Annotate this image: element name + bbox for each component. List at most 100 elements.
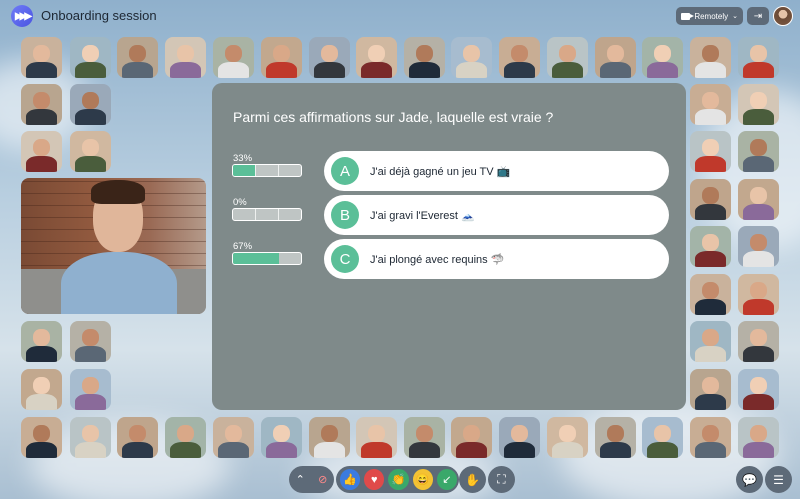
participant-video-tile[interactable]: [309, 417, 350, 458]
participant-video-tile[interactable]: [261, 37, 302, 78]
participant-video-tile[interactable]: [499, 417, 540, 458]
active-speaker-video[interactable]: [21, 178, 206, 314]
raise-hand-icon: ✋: [465, 472, 480, 487]
participant-video-tile[interactable]: [451, 37, 492, 78]
participant-video-tile[interactable]: [738, 131, 779, 172]
expand-controls-button[interactable]: ⌃: [290, 469, 311, 491]
participant-video-tile[interactable]: [738, 274, 779, 315]
participant-video-tile[interactable]: [117, 37, 158, 78]
option-b-result-bar: [232, 208, 302, 221]
quiz-question: Parmi ces affirmations sur Jade, laquell…: [233, 109, 554, 125]
participant-video-tile[interactable]: [21, 369, 62, 410]
participant-video-tile[interactable]: [404, 417, 445, 458]
participant-video-tile[interactable]: [738, 417, 779, 458]
fullscreen-icon: ⛶: [497, 472, 506, 486]
app-logo: ▶▶▶: [11, 5, 33, 27]
participant-video-tile[interactable]: [642, 37, 683, 78]
participant-video-tile[interactable]: [499, 37, 540, 78]
heart-reaction[interactable]: ♥: [364, 469, 385, 490]
laugh-reaction[interactable]: 😄: [412, 469, 433, 490]
location-mode-dropdown[interactable]: Remotely ⌄: [676, 7, 743, 25]
option-letter: C: [331, 245, 359, 273]
clap-reaction[interactable]: 👏: [388, 469, 409, 490]
media-controls: ⌃ ⊘: [289, 466, 334, 493]
participant-video-tile[interactable]: [261, 417, 302, 458]
participant-video-tile[interactable]: [70, 321, 111, 362]
participant-video-tile[interactable]: [738, 37, 779, 78]
participant-video-tile[interactable]: [547, 417, 588, 458]
participant-video-tile[interactable]: [70, 84, 111, 125]
arrow-icon: ↙: [442, 474, 452, 486]
participant-video-tile[interactable]: [690, 274, 731, 315]
participant-video-tile[interactable]: [690, 131, 731, 172]
participant-video-tile[interactable]: [595, 37, 636, 78]
participant-video-tile[interactable]: [117, 417, 158, 458]
answer-option-c[interactable]: C J'ai plongé avec requins 🦈: [324, 239, 669, 279]
participant-video-tile[interactable]: [690, 417, 731, 458]
location-mode-label: Remotely: [694, 11, 729, 21]
chat-icon: 💬: [742, 472, 757, 487]
option-c-result-bar: [232, 252, 302, 265]
camera-off-icon: ⊘: [318, 474, 328, 486]
answer-option-b[interactable]: B J'ai gravi l'Everest 🗻: [324, 195, 669, 235]
option-text: J'ai plongé avec requins 🦈: [370, 253, 505, 266]
participant-video-tile[interactable]: [451, 417, 492, 458]
participant-video-tile[interactable]: [738, 369, 779, 410]
participant-video-tile[interactable]: [70, 37, 111, 78]
option-b-percent: 0%: [233, 197, 247, 208]
clap-icon: 👏: [391, 474, 406, 486]
session-title: Onboarding session: [41, 8, 157, 23]
participant-video-tile[interactable]: [21, 417, 62, 458]
raise-hand-button[interactable]: ✋: [459, 466, 486, 493]
participant-video-tile[interactable]: [595, 417, 636, 458]
exit-icon: ⇥: [753, 10, 763, 22]
participant-video-tile[interactable]: [70, 131, 111, 172]
participant-video-tile[interactable]: [309, 37, 350, 78]
participant-video-tile[interactable]: [21, 131, 62, 172]
participant-video-tile[interactable]: [547, 37, 588, 78]
participant-video-tile[interactable]: [165, 37, 206, 78]
participant-video-tile[interactable]: [213, 37, 254, 78]
participant-video-tile[interactable]: [738, 84, 779, 125]
quiz-panel: Parmi ces affirmations sur Jade, laquell…: [212, 83, 686, 410]
participant-video-tile[interactable]: [70, 369, 111, 410]
arrow-reaction[interactable]: ↙: [436, 469, 458, 490]
thumbs-up-reaction[interactable]: 👍: [340, 469, 361, 490]
chevron-down-icon: ⌄: [732, 13, 738, 20]
participant-video-tile[interactable]: [70, 417, 111, 458]
fullscreen-button[interactable]: ⛶: [488, 466, 515, 493]
chat-button[interactable]: 💬: [736, 466, 763, 493]
participant-video-tile[interactable]: [738, 226, 779, 267]
camera-toggle-button[interactable]: ⊘: [313, 469, 334, 491]
participant-video-tile[interactable]: [404, 37, 445, 78]
menu-button[interactable]: ☰: [765, 466, 792, 493]
heart-icon: ♥: [371, 473, 378, 486]
participant-video-tile[interactable]: [165, 417, 206, 458]
answer-option-a[interactable]: A J'ai déjà gagné un jeu TV 📺: [324, 151, 669, 191]
participant-video-tile[interactable]: [21, 321, 62, 362]
menu-icon: ☰: [773, 472, 784, 487]
participant-video-tile[interactable]: [690, 37, 731, 78]
option-text: J'ai gravi l'Everest 🗻: [370, 209, 475, 222]
participant-video-tile[interactable]: [738, 179, 779, 220]
leave-session-button[interactable]: ⇥: [747, 7, 769, 25]
participant-video-tile[interactable]: [690, 321, 731, 362]
participant-video-tile[interactable]: [21, 84, 62, 125]
participant-video-tile[interactable]: [213, 417, 254, 458]
chevron-up-icon: ⌃: [295, 474, 305, 486]
participant-video-tile[interactable]: [690, 84, 731, 125]
participant-video-tile[interactable]: [690, 179, 731, 220]
participant-video-tile[interactable]: [642, 417, 683, 458]
thumbs-up-icon: 👍: [343, 474, 357, 486]
participant-video-tile[interactable]: [738, 321, 779, 362]
laugh-icon: 😄: [415, 474, 430, 486]
participant-video-tile[interactable]: [356, 37, 397, 78]
my-avatar[interactable]: [773, 6, 793, 26]
participant-video-tile[interactable]: [356, 417, 397, 458]
option-c-percent: 67%: [233, 241, 253, 252]
participant-video-tile[interactable]: [690, 369, 731, 410]
participant-video-tile[interactable]: [690, 226, 731, 267]
reactions-bar: 👍 ♥ 👏 😄 ↙: [336, 466, 459, 493]
participant-video-tile[interactable]: [21, 37, 62, 78]
option-letter: A: [331, 157, 359, 185]
